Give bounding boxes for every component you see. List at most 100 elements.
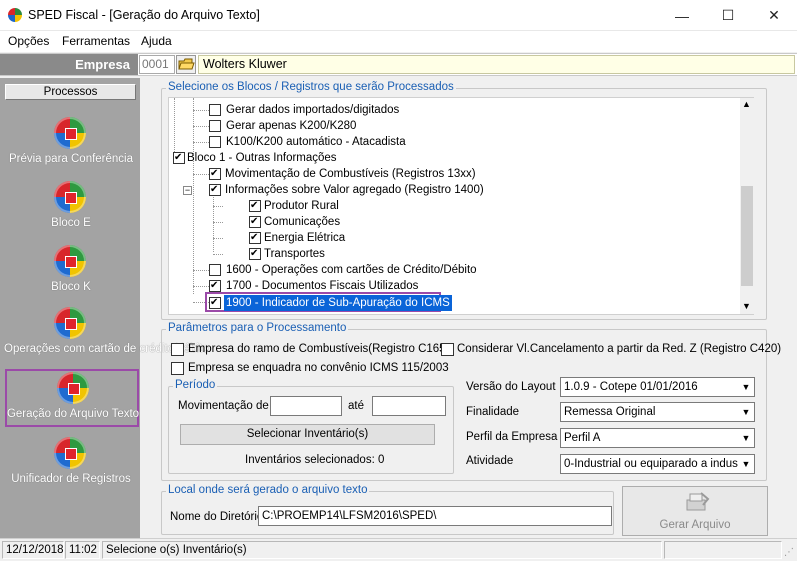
combustiveis-checkbox[interactable] [171,343,184,356]
tree-item-label: Produtor Rural [264,200,339,212]
sidebar-item-geracao[interactable]: Geração do Arquivo Texto [5,369,139,427]
tree-line [213,254,223,255]
sped-process-icon [54,181,86,213]
finalidade-select[interactable]: Remessa Original ▼ [560,402,755,422]
tree-item-selected[interactable]: 1900 - Indicador de Sub-Apuração do ICMS [205,292,452,312]
tree-line [193,142,209,143]
open-folder-button[interactable] [176,55,196,74]
tree-line [174,98,175,158]
tree-line [213,222,223,223]
scroll-up-icon[interactable]: ▲ [742,99,751,109]
perfil-label: Perfil da Empresa [466,431,558,443]
tree-checkbox[interactable] [209,104,221,116]
sidebar-item-previa[interactable]: Prévia para Conferência [4,115,138,175]
empresa-name-field: Wolters Kluwer [198,55,795,74]
tree-item-label: Bloco 1 - Outras Informações [187,152,337,164]
tree-item-label: K100/K200 automático - Atacadista [226,136,406,148]
chevron-down-icon[interactable]: ▼ [738,455,754,473]
finalidade-label: Finalidade [466,406,520,418]
cancelamento-label: Considerar Vl.Cancelamento a partir da R… [457,343,782,355]
atividade-label: Atividade [466,455,514,467]
gerar-arquivo-label: Gerar Arquivo [659,519,731,531]
scroll-down-icon[interactable]: ▼ [742,301,751,311]
empresa-code-field[interactable]: 0001 [139,55,175,74]
tree-line [193,126,209,127]
chevron-down-icon[interactable]: ▼ [738,403,754,421]
periodo-ate-input[interactable] [372,396,446,416]
sidebar-header: Processos [5,84,136,100]
printer-disk-icon [686,492,710,511]
chevron-down-icon[interactable]: ▼ [738,429,754,447]
tree-checkbox[interactable] [173,152,185,164]
tree-line [193,174,209,175]
tree-line [213,206,223,207]
tree-checkbox[interactable] [209,168,221,180]
gerar-arquivo-button[interactable]: Gerar Arquivo [622,486,768,536]
diretorio-input[interactable]: C:\PROEMP14\LFSM2016\SPED\ [258,506,612,526]
tree-checkbox[interactable] [209,280,221,292]
menu-ajuda[interactable]: Ajuda [141,34,172,48]
tree-checkbox[interactable] [209,136,221,148]
params-group-title: Parâmetros para o Processamento [166,322,349,334]
status-time: 11:02 [65,541,100,559]
tree-checkbox[interactable] [209,297,221,309]
tree-line [193,270,209,271]
sidebar-item-label: Unificador de Registros [11,473,131,485]
resize-grip-icon[interactable]: ⋰ [784,547,794,558]
tree-line [193,286,209,287]
sidebar-item-label: Bloco K [51,281,91,293]
app-logo-icon [8,8,22,22]
sidebar-item-cartao[interactable]: Operações com cartão de crédito/débito [4,305,209,369]
tree-checkbox[interactable] [209,120,221,132]
convenio-checkbox[interactable] [171,362,184,375]
sidebar-item-bloco-e[interactable]: Bloco E [4,179,138,239]
chevron-down-icon[interactable]: ▼ [738,378,754,396]
output-group-title: Local onde será gerado o arquivo texto [166,484,370,496]
versao-value: 1.0.9 - Cotepe 01/01/2016 [564,381,698,393]
tree-checkbox[interactable] [209,264,221,276]
ate-label: até [348,400,364,412]
blocks-group-title: Selecione os Blocos / Registros que serã… [166,81,456,93]
sidebar-item-label: Prévia para Conferência [8,153,133,165]
blocks-tree[interactable]: Gerar dados importados/digitados Gerar a… [168,97,754,315]
tree-checkbox[interactable] [249,216,261,228]
tree-item-label: Movimentação de Combustíveis (Registros … [225,168,476,180]
menu-ferramentas[interactable]: Ferramentas [62,34,130,48]
tree-line [213,194,214,252]
minimize-button[interactable]: — [659,0,705,31]
sped-process-icon [54,307,86,339]
cancelamento-checkbox[interactable] [441,343,454,356]
tree-checkbox[interactable] [249,232,261,244]
maximize-button[interactable]: ☐ [705,0,751,31]
versao-select[interactable]: 1.0.9 - Cotepe 01/01/2016 ▼ [560,377,755,397]
movimentacao-label: Movimentação de [178,400,269,412]
tree-checkbox[interactable] [249,200,261,212]
selecionar-inventario-button[interactable]: Selecionar Inventário(s) [180,424,435,445]
perfil-select[interactable]: Perfil A ▼ [560,428,755,448]
tree-item-label: Gerar dados importados/digitados [226,104,400,116]
tree-item-label: Gerar apenas K200/K280 [226,120,357,132]
sidebar-item-unificador[interactable]: Unificador de Registros [4,435,138,495]
window-title: SPED Fiscal - [Geração do Arquivo Texto] [28,8,260,22]
tree-item-label: Comunicações [264,216,341,228]
tree-line [213,238,223,239]
atividade-select[interactable]: 0-Industrial ou equiparado a industrial … [560,454,755,474]
scrollbar-thumb[interactable] [741,186,753,286]
status-message: Selecione o(s) Inventário(s) [102,541,662,559]
diretorio-label: Nome do Diretório [170,511,264,523]
sidebar-item-bloco-k[interactable]: Bloco K [4,243,138,303]
versao-label: Versão do Layout [466,381,556,393]
close-button[interactable]: ✕ [751,0,797,31]
tree-item-label: Transportes [264,248,325,260]
menu-opcoes[interactable]: Opções [8,34,49,48]
convenio-label: Empresa se enquadra no convênio ICMS 115… [188,362,449,374]
perfil-value: Perfil A [564,432,601,444]
finalidade-value: Remessa Original [564,406,656,418]
tree-collapse-toggle[interactable]: − [183,186,192,195]
tree-item-label: Energia Elétrica [264,232,346,244]
periodo-de-input[interactable] [270,396,342,416]
tree-line [193,110,209,111]
tree-item-label: Informações sobre Valor agregado (Regist… [225,184,484,196]
tree-checkbox[interactable] [249,248,261,260]
tree-checkbox[interactable] [209,184,221,196]
